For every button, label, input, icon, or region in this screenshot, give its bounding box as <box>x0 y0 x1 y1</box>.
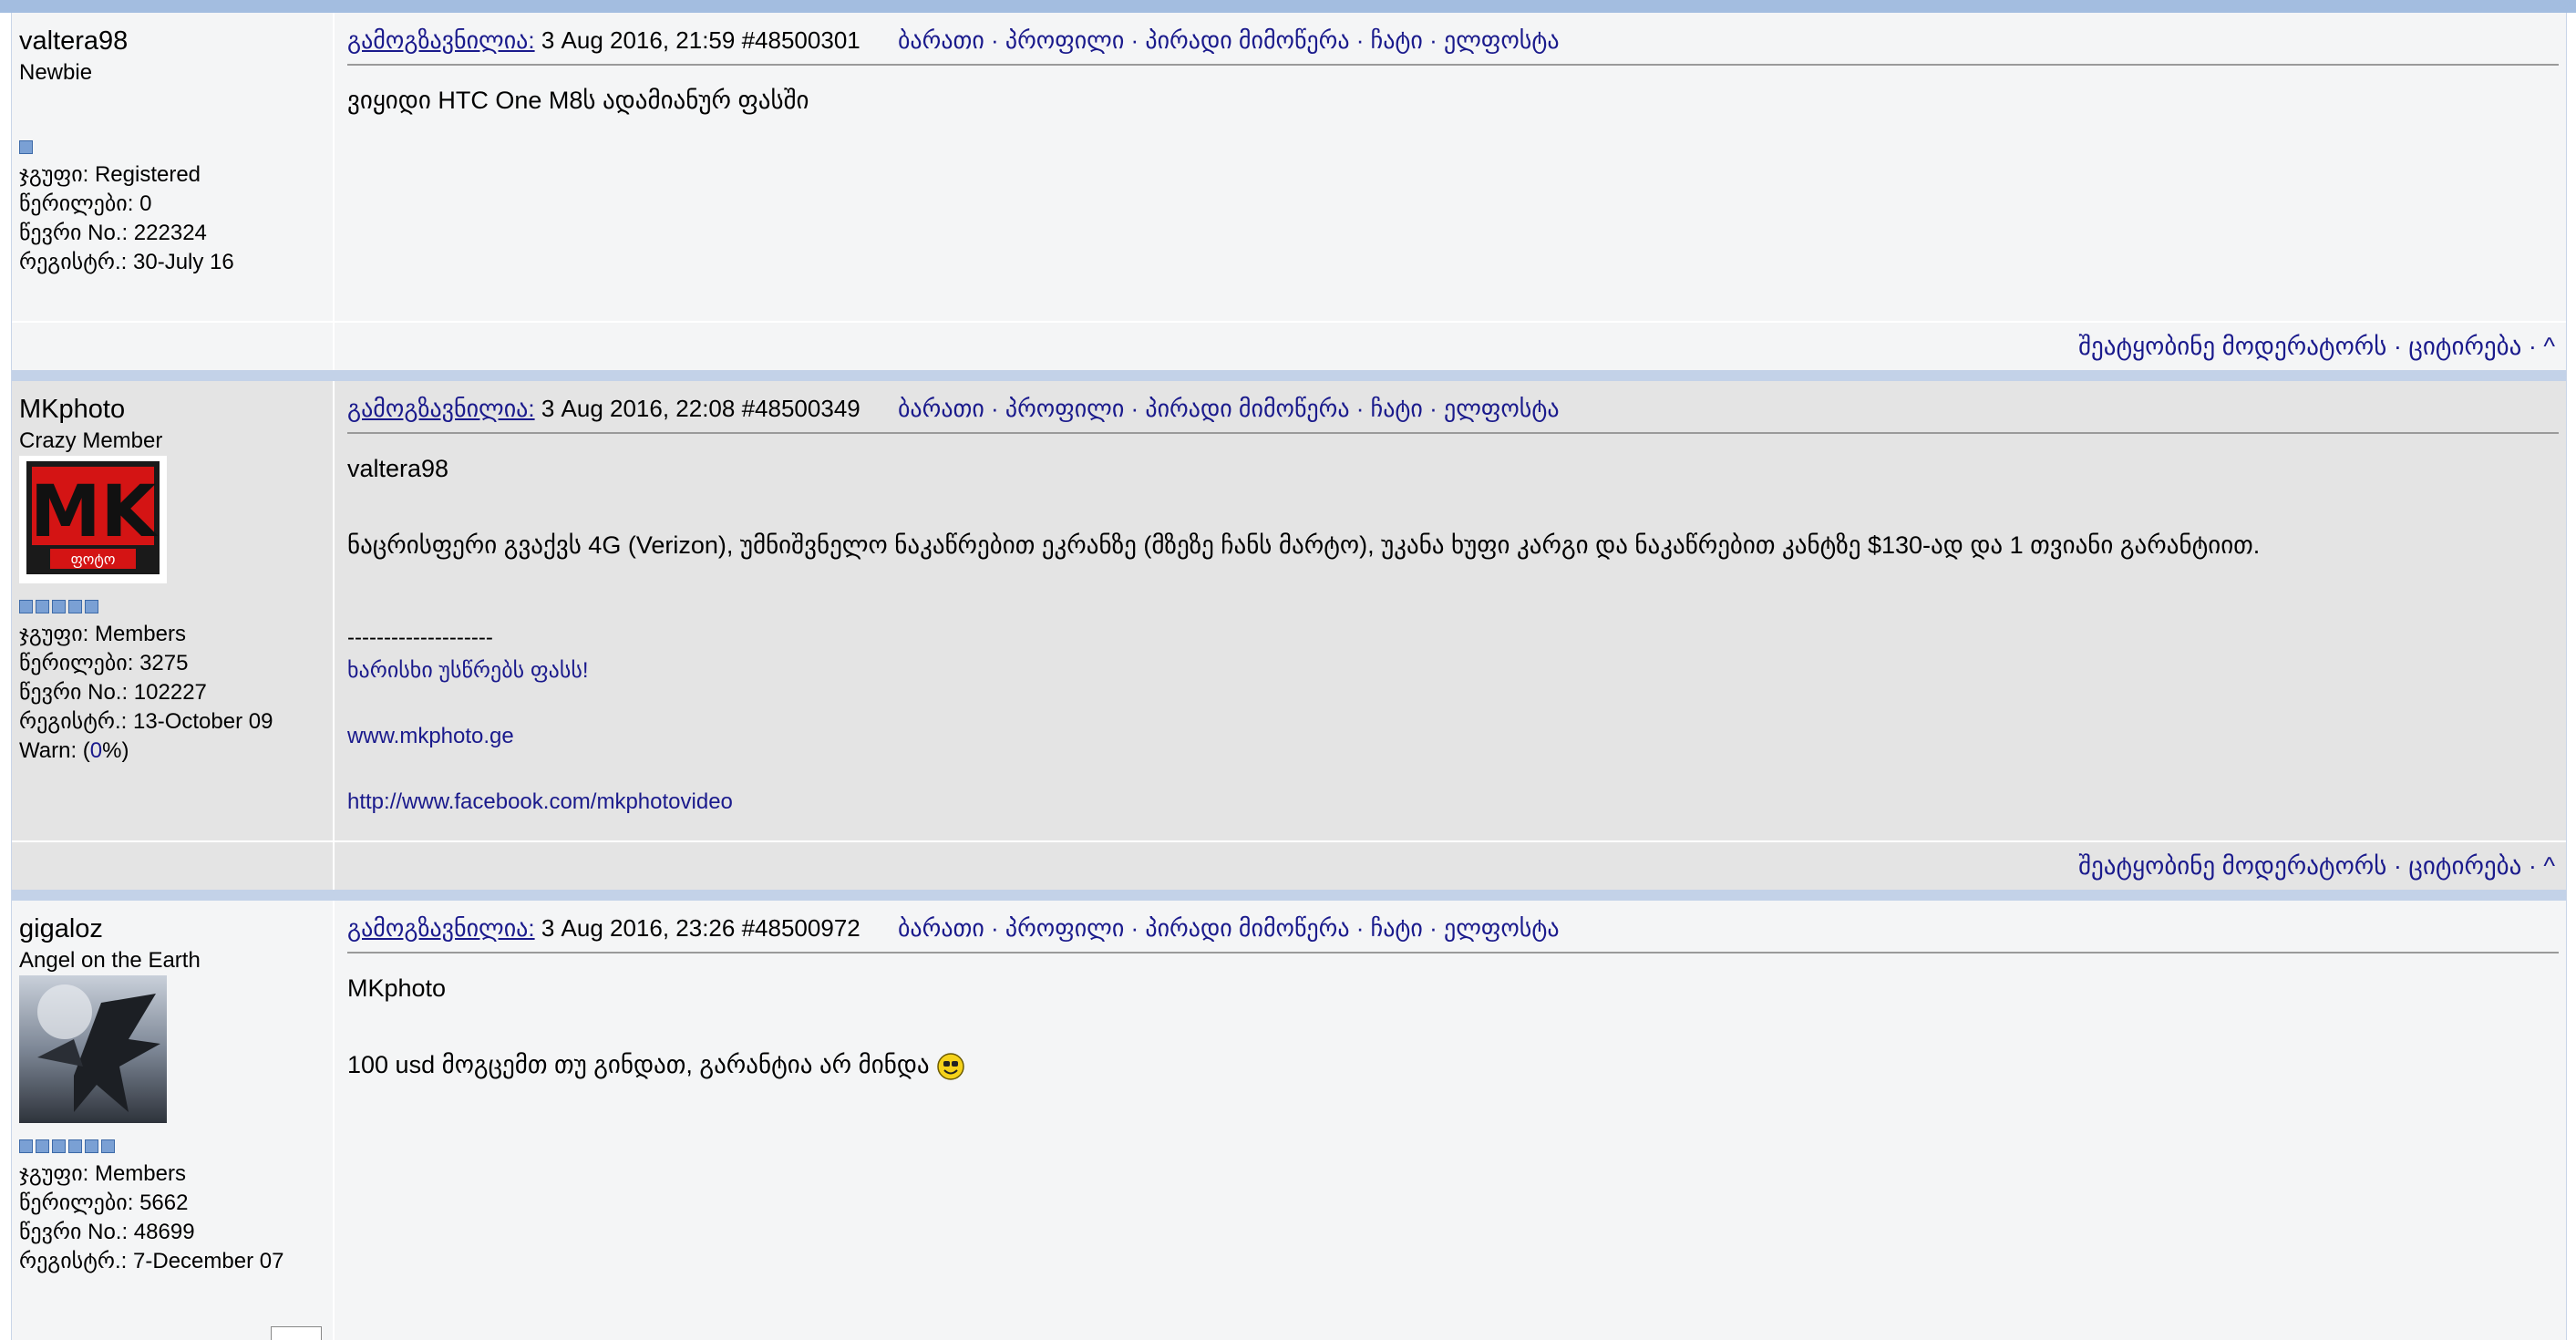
user-post-count: წერილები: 0 <box>19 191 152 216</box>
post-header-links[interactable]: ბარათი · პროფილი · პირადი მიმოწერა · ჩატ… <box>898 395 1560 422</box>
user-info-panel: valtera98 Newbie ჯგუფი: Registered წერილ… <box>12 13 335 321</box>
post-footer-left <box>12 321 335 370</box>
user-group: ჯგუფი: Members <box>19 1161 186 1186</box>
post-id: #48500972 <box>741 914 860 942</box>
post-separator <box>12 890 2566 901</box>
post-header-links[interactable]: ბარათი · პროფილი · პირადი მიმოწერა · ჩატ… <box>898 26 1560 54</box>
rank-pip-icon <box>19 1139 33 1153</box>
user-rank: Newbie <box>19 60 93 85</box>
rank-pips <box>19 140 325 157</box>
signature-slogan: ხარისხი უსწრებს ფასს! <box>347 658 589 683</box>
post-body: valtera98 ნაცრისფერი გვაქვს 4G (Verizon)… <box>347 434 2559 819</box>
post-permalink[interactable]: გამოგზავნილია: <box>347 914 535 942</box>
post-footer-links[interactable]: შეატყობინე მოდერატორს · ციტირება · ^ <box>335 840 2566 890</box>
user-info-panel: gigaloz Angel on the Earth ჯგუფი: Member… <box>12 901 335 1340</box>
user-post-count: წერილები: 5662 <box>19 1191 189 1215</box>
rank-pip-icon <box>85 600 98 613</box>
post-content: გამოგზავნილია: 3 Aug 2016, 23:26 #485009… <box>335 901 2566 1340</box>
post-header: გამოგზავნილია: 3 Aug 2016, 23:26 #485009… <box>347 912 2559 953</box>
user-post-count: წერილები: 3275 <box>19 651 189 675</box>
signature-separator: -------------------- <box>347 625 493 650</box>
user-member-no: წევრი No.: 222324 <box>19 221 207 245</box>
signature: -------------------- ხარისხი უსწრებს ფას… <box>347 622 2559 819</box>
user-group: ჯგუფი: Members <box>19 622 186 646</box>
post-permalink[interactable]: გამოგზავნილია: <box>347 26 535 54</box>
rank-pips <box>19 1139 325 1156</box>
avatar-subtext: ფოტო <box>71 551 116 568</box>
user-rank: Angel on the Earth <box>19 948 201 973</box>
rank-pip-icon <box>36 600 49 613</box>
post-footer-left <box>12 840 335 890</box>
avatar-text: MK <box>30 471 159 553</box>
username[interactable]: MKphoto <box>19 392 325 427</box>
username[interactable]: valtera98 <box>19 24 325 58</box>
post-date: 3 Aug 2016, 22:08 <box>541 395 736 422</box>
user-rank: Crazy Member <box>19 428 163 453</box>
post-content: გამოგზავნილია: 3 Aug 2016, 22:08 #485003… <box>335 381 2566 840</box>
post-header: გამოგზავნილია: 3 Aug 2016, 22:08 #485003… <box>347 392 2559 434</box>
warn-level-link[interactable]: 0 <box>90 738 102 763</box>
smiley-icon <box>937 1053 964 1080</box>
post-text: 100 usd მოგცემთ თუ გინდათ, გარანტია არ მ… <box>347 1051 930 1078</box>
topic-posts: valtera98 Newbie ჯგუფი: Registered წერილ… <box>11 13 2567 1340</box>
avatar[interactable] <box>19 975 167 1123</box>
post-separator <box>12 370 2566 381</box>
post-permalink[interactable]: გამოგზავნილია: <box>347 395 535 422</box>
post-footer-links[interactable]: შეატყობინე მოდერატორს · ციტირება · ^ <box>335 321 2566 370</box>
rank-pips <box>19 600 325 616</box>
post-header-links[interactable]: ბარათი · პროფილი · პირადი მიმოწერა · ჩატ… <box>898 914 1560 942</box>
rank-pip-icon <box>68 600 82 613</box>
user-registered: რეგისტრ.: 13-October 09 <box>19 709 273 734</box>
post-id: #48500301 <box>741 26 860 54</box>
post-id: #48500349 <box>741 395 860 422</box>
top-bar <box>0 0 2576 13</box>
signature-website-link[interactable]: www.mkphoto.ge <box>347 720 2559 753</box>
rank-pip-icon <box>52 600 66 613</box>
rank-pip-icon <box>19 600 33 613</box>
scroll-corner <box>271 1326 322 1340</box>
post-gigaloz: gigaloz Angel on the Earth ჯგუფი: Member… <box>12 901 2566 1340</box>
quoted-username: MKphoto <box>347 974 447 1002</box>
post-text: ნაცრისფერი გვაქვს 4G (Verizon), უმნიშვნე… <box>347 531 2261 559</box>
post-mkphoto: MKphoto Crazy Member MK ფოტო ჯგუფი: Memb… <box>12 381 2566 901</box>
user-member-no: წევრი No.: 102227 <box>19 680 207 705</box>
post-content: გამოგზავნილია: 3 Aug 2016, 21:59 #485003… <box>335 13 2566 321</box>
post-valtera98: valtera98 Newbie ჯგუფი: Registered წერილ… <box>12 13 2566 381</box>
rank-pip-icon <box>85 1139 98 1153</box>
post-date: 3 Aug 2016, 23:26 <box>541 914 736 942</box>
user-warn: Warn: (0%) <box>19 738 129 763</box>
post-date: 3 Aug 2016, 21:59 <box>541 26 736 54</box>
quoted-username: valtera98 <box>347 455 449 482</box>
avatar[interactable]: MK ფოტო <box>19 456 167 583</box>
rank-pip-icon <box>101 1139 115 1153</box>
post-text-row: 100 usd მოგცემთ თუ გინდათ, გარანტია არ მ… <box>347 1046 2559 1083</box>
user-member-no: წევრი No.: 48699 <box>19 1220 195 1244</box>
user-registered: რეგისტრ.: 30-July 16 <box>19 250 234 274</box>
post-body: ვიყიდი HTC One M8ს ადამიანურ ფასში <box>347 87 809 114</box>
user-group: ჯგუფი: Registered <box>19 162 201 187</box>
user-registered: რეგისტრ.: 7-December 07 <box>19 1249 284 1273</box>
rank-pip-icon <box>19 140 33 154</box>
post-header: გამოგზავნილია: 3 Aug 2016, 21:59 #485003… <box>347 24 2559 66</box>
signature-facebook-link[interactable]: http://www.facebook.com/mkphotovideo <box>347 786 2559 819</box>
rank-pip-icon <box>36 1139 49 1153</box>
rank-pip-icon <box>68 1139 82 1153</box>
username[interactable]: gigaloz <box>19 912 325 946</box>
rank-pip-icon <box>52 1139 66 1153</box>
post-body: MKphoto 100 usd მოგცემთ თუ გინდათ, გარან… <box>347 953 2559 1083</box>
user-info-panel: MKphoto Crazy Member MK ფოტო ჯგუფი: Memb… <box>12 381 335 840</box>
